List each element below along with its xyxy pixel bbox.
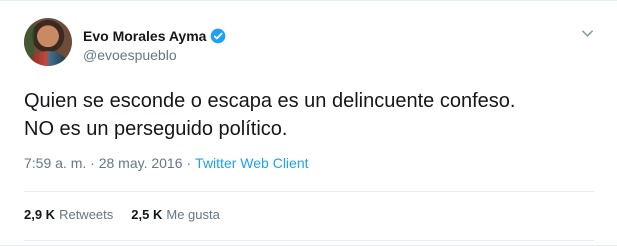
- tweet-meta: 7:59 a. m. · 28 may. 2016 · Twitter Web …: [24, 155, 309, 171]
- likes-label: Me gusta: [166, 207, 220, 222]
- retweets-count: 2,9 K: [24, 207, 56, 222]
- divider: [24, 191, 594, 192]
- tweet-client-link[interactable]: Twitter Web Client: [195, 155, 308, 171]
- divider: [24, 240, 594, 241]
- author-name[interactable]: Evo Morales Ayma: [83, 28, 206, 44]
- tweet-timestamp[interactable]: 7:59 a. m. · 28 may. 2016: [24, 155, 183, 171]
- likes-count: 2,5 K: [131, 207, 163, 222]
- meta-separator: ·: [186, 155, 192, 171]
- tweet-stats: 2,9 K Retweets 2,5 K Me gusta: [24, 207, 220, 222]
- likes-stat[interactable]: 2,5 K Me gusta: [131, 207, 220, 222]
- tweet-text-line-2: NO es un perseguido político.: [24, 118, 288, 140]
- retweets-stat[interactable]: 2,9 K Retweets: [24, 207, 113, 222]
- chevron-down-icon[interactable]: [581, 27, 594, 40]
- tweet-card: Evo Morales Ayma @evoespueblo Quien se e…: [0, 0, 617, 246]
- tweet-text: Quien se esconde o escapa es un delincue…: [24, 87, 594, 143]
- author-handle[interactable]: @evoespueblo: [83, 47, 177, 63]
- avatar[interactable]: [24, 18, 72, 66]
- author-name-row[interactable]: Evo Morales Ayma: [83, 27, 226, 45]
- avatar-shirt: [30, 51, 66, 66]
- retweets-label: Retweets: [59, 207, 114, 222]
- verified-badge-icon: [211, 28, 226, 44]
- tweet-text-line-1: Quien se esconde o escapa es un delincue…: [24, 90, 516, 112]
